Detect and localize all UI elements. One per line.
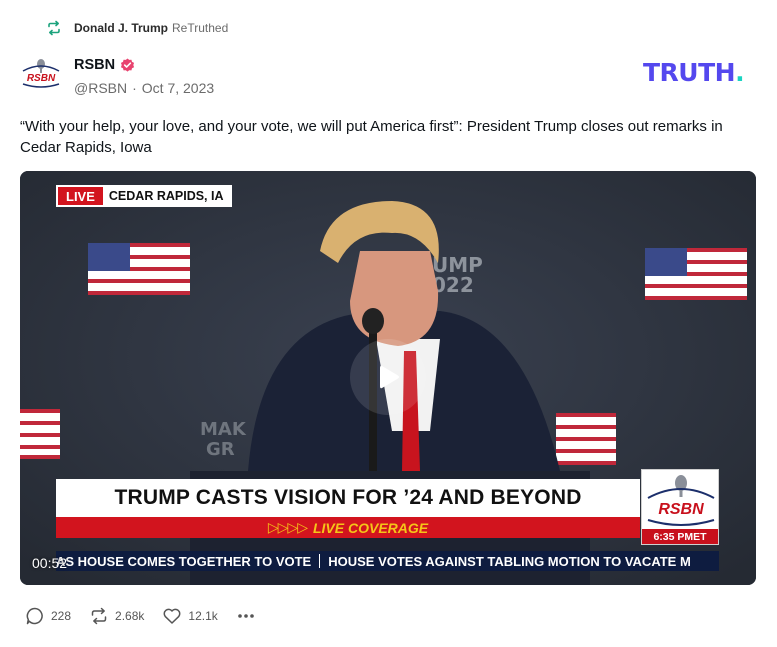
avatar-text: RSBN — [27, 73, 56, 84]
live-label: LIVE — [58, 187, 103, 205]
ticker-separator — [319, 554, 321, 568]
post-text: “With your help, your love, and your vot… — [20, 118, 723, 156]
backdrop-text: 022 — [432, 273, 474, 297]
retruth-icon — [91, 607, 107, 625]
location-label: CEDAR RAPIDS, IA — [108, 189, 224, 203]
more-icon — [237, 614, 254, 618]
reply-icon — [26, 607, 43, 625]
avatar[interactable]: RSBN — [20, 56, 62, 90]
broadcast-time: 6:35 PMET — [642, 529, 718, 544]
flag-left — [88, 243, 190, 295]
truth-logo-dot: . — [735, 58, 745, 87]
flag-lower-right — [556, 413, 616, 465]
retruth-label: ReTruthed — [172, 21, 229, 35]
backdrop-text: GR — [206, 439, 235, 460]
chyron-headline: TRUMP CASTS VISION FOR ’24 AND BEYOND — [56, 479, 640, 517]
rsbn-logo: RSBN — [647, 475, 715, 526]
verified-badge-icon — [121, 57, 135, 72]
more-button[interactable] — [236, 606, 256, 626]
live-coverage-arrows: ▷▷▷▷ — [267, 519, 308, 535]
action-bar: 228 2.68k 12.1k — [25, 606, 256, 626]
reply-button[interactable]: 228 — [25, 606, 71, 626]
video-timestamp: 00:52 — [32, 555, 68, 571]
retruth-icon — [48, 20, 60, 36]
play-button[interactable] — [350, 339, 426, 415]
meta-separator: · — [132, 80, 137, 96]
retruth-header: Donald J. Trump ReTruthed — [46, 19, 228, 37]
ticker-item: HOUSE VOTES AGAINST TABLING MOTION TO VA… — [328, 553, 691, 569]
retruth-user-link[interactable]: Donald J. Trump — [74, 21, 168, 35]
flag-right — [645, 248, 747, 300]
author-handle[interactable]: @RSBN — [74, 80, 127, 96]
play-icon — [380, 365, 399, 389]
retruth-count: 2.68k — [115, 609, 145, 623]
lower-third: TRUMP CASTS VISION FOR ’24 AND BEYOND ▷▷… — [56, 479, 640, 538]
retruth-button[interactable]: 2.68k — [89, 606, 144, 626]
flag-lower-left — [20, 409, 60, 459]
backdrop-text: MAK — [200, 419, 247, 440]
ticker-item: AS HOUSE COMES TOGETHER TO VOTE — [56, 553, 312, 569]
like-count: 12.1k — [188, 609, 218, 623]
author-name[interactable]: RSBN — [74, 57, 115, 73]
network-logo-box: RSBN 6:35 PMET — [641, 469, 719, 545]
truth-logo[interactable]: TRUTH. — [643, 58, 745, 87]
like-button[interactable]: 12.1k — [162, 606, 218, 626]
video-player[interactable]: UMP 022 MAK GR LIVE CEDAR RAPIDS, IA TRU… — [20, 171, 756, 585]
news-ticker: AS HOUSE COMES TOGETHER TO VOTE HOUSE VO… — [56, 551, 719, 571]
post-date[interactable]: Oct 7, 2023 — [142, 80, 214, 96]
network-logo-text: RSBN — [658, 501, 704, 518]
heart-icon — [163, 608, 181, 624]
live-coverage-label: LIVE COVERAGE — [312, 519, 429, 536]
reply-count: 228 — [51, 609, 72, 623]
live-coverage-bar: ▷▷▷▷ LIVE COVERAGE — [56, 517, 640, 538]
truth-logo-text: TRUTH — [643, 58, 736, 87]
post-author: RSBN @RSBN · Oct 7, 2023 — [74, 56, 214, 96]
live-badge: LIVE CEDAR RAPIDS, IA — [56, 185, 232, 207]
